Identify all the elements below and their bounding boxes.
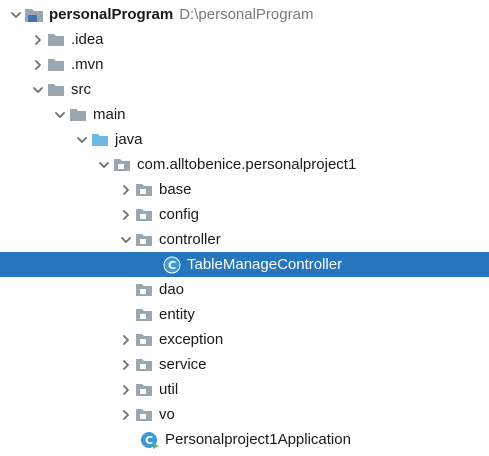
svg-text:C: C (145, 434, 153, 447)
chevron-down-icon[interactable] (96, 152, 112, 177)
tree-label: com.alltobenice.personalproject1 (137, 156, 357, 173)
tree-label: Personalproject1Application (165, 431, 351, 448)
chevron-right-icon[interactable] (118, 352, 134, 377)
package-icon (134, 302, 154, 327)
folder-icon (46, 77, 66, 102)
tree-label: .idea (71, 31, 104, 48)
source-folder-icon (90, 127, 110, 152)
package-icon (134, 327, 154, 352)
folder-icon (68, 102, 88, 127)
module-folder-icon (24, 2, 44, 27)
tree-row-service[interactable]: service (0, 352, 489, 377)
package-icon (134, 277, 154, 302)
chevron-down-icon[interactable] (52, 102, 68, 127)
tree-row-exception[interactable]: exception (0, 327, 489, 352)
package-icon (134, 177, 154, 202)
project-name: personalProgram (49, 6, 174, 23)
tree-row-util[interactable]: util (0, 377, 489, 402)
tree-row-entity[interactable]: entity (0, 302, 489, 327)
class-icon: C (162, 252, 182, 277)
tree-label: main (93, 106, 126, 123)
tree-row-controller[interactable]: controller (0, 227, 489, 252)
chevron-down-icon[interactable] (30, 77, 46, 102)
tree-label: controller (159, 231, 221, 248)
package-icon (134, 352, 154, 377)
tree-row-table-manage-controller[interactable]: C TableManageController (0, 252, 489, 277)
tree-row-vo[interactable]: vo (0, 402, 489, 427)
tree-row-src[interactable]: src (0, 77, 489, 102)
tree-label: TableManageController (187, 256, 343, 273)
chevron-down-icon[interactable] (118, 227, 134, 252)
chevron-down-icon[interactable] (74, 127, 90, 152)
tree-row-idea[interactable]: .idea (0, 27, 489, 52)
tree-label: base (159, 181, 192, 198)
tree-label: config (159, 206, 200, 223)
tree-label: src (71, 81, 91, 98)
tree-label: exception (159, 331, 224, 348)
tree-label: service (159, 356, 207, 373)
tree-row-mvn[interactable]: .mvn (0, 52, 489, 77)
chevron-right-icon[interactable] (118, 202, 134, 227)
tree-label: java (115, 131, 143, 148)
tree-row-dao[interactable]: dao (0, 277, 489, 302)
chevron-right-icon[interactable] (118, 177, 134, 202)
package-icon (134, 202, 154, 227)
folder-icon (46, 52, 66, 77)
spring-boot-class-icon: C (140, 427, 160, 452)
tree-label: vo (159, 406, 175, 423)
tree-row-base[interactable]: base (0, 177, 489, 202)
tree-row-config[interactable]: config (0, 202, 489, 227)
tree-label: util (159, 381, 179, 398)
tree-row-main[interactable]: main (0, 102, 489, 127)
chevron-right-icon[interactable] (118, 327, 134, 352)
chevron-right-icon[interactable] (30, 27, 46, 52)
chevron-down-icon[interactable] (8, 2, 24, 27)
package-icon (134, 402, 154, 427)
project-tree: personalProgram D:\personalProgram .idea… (0, 0, 489, 456)
tree-label: .mvn (71, 56, 104, 73)
tree-row-root[interactable]: personalProgram D:\personalProgram (0, 2, 489, 27)
tree-row-java[interactable]: java (0, 127, 489, 152)
package-icon (112, 152, 132, 177)
folder-icon (46, 27, 66, 52)
tree-row-application[interactable]: C Personalproject1Application (0, 427, 489, 452)
package-icon (134, 377, 154, 402)
svg-text:C: C (168, 259, 176, 272)
project-path: D:\personalProgram (179, 6, 314, 23)
chevron-right-icon[interactable] (118, 377, 134, 402)
chevron-right-icon[interactable] (30, 52, 46, 77)
chevron-right-icon[interactable] (118, 402, 134, 427)
package-icon (134, 227, 154, 252)
tree-label: dao (159, 281, 185, 298)
tree-row-package[interactable]: com.alltobenice.personalproject1 (0, 152, 489, 177)
tree-label: entity (159, 306, 195, 323)
